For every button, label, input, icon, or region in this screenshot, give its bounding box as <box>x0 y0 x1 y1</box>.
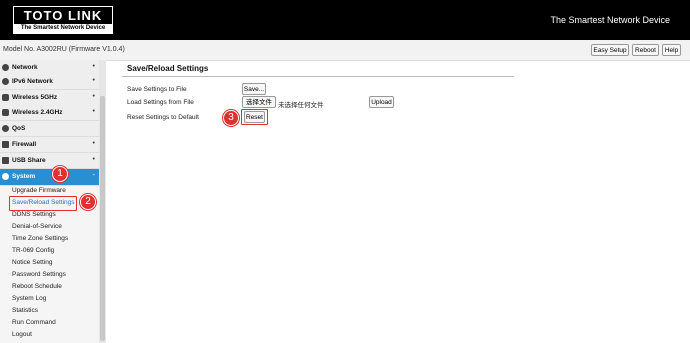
file-status-text: 未选择任何文件 <box>278 102 324 109</box>
save-button[interactable]: Save... <box>242 83 266 95</box>
submenu-ddns-settings[interactable]: DDNS Settings <box>12 211 56 218</box>
lock-icon <box>2 141 9 148</box>
globe-icon <box>2 78 9 85</box>
submenu-denial-of-service[interactable]: Denial-of-Service <box>12 223 62 230</box>
qos-icon <box>2 125 9 132</box>
submenu-tr069-config[interactable]: TR-069 Config <box>12 247 54 254</box>
reset-settings-label: Reset Settings to Default <box>127 114 199 121</box>
expand-indicator: • <box>92 93 95 100</box>
sidebar-item-label: Network <box>12 64 38 71</box>
page-title: Save/Reload Settings <box>127 64 209 73</box>
step-badge-2: 2 <box>80 194 96 210</box>
model-info: Model No. A3002RU (Firmware V1.0.4) <box>3 46 125 53</box>
gear-icon <box>2 173 9 180</box>
sidebar-scrollbar[interactable] <box>99 60 106 343</box>
sidebar-item-usb-share[interactable]: USB Share • <box>0 153 99 169</box>
sidebar-item-label: Wireless 5GHz <box>12 94 58 101</box>
collapse-indicator: - <box>92 172 95 179</box>
header-tagline: The Smartest Network Device <box>550 15 670 25</box>
sidebar-item-system[interactable]: System - <box>0 169 99 186</box>
expand-indicator: • <box>92 156 95 163</box>
sidebar-item-wireless-24ghz[interactable]: Wireless 2.4GHz • <box>0 105 99 121</box>
header-bar: TOTO LINK The Smartest Network Device Th… <box>0 0 690 40</box>
sidebar-item-qos[interactable]: QoS <box>0 121 99 137</box>
sidebar-item-label: Wireless 2.4GHz <box>12 109 63 116</box>
submenu-notice-setting[interactable]: Notice Setting <box>12 259 52 266</box>
sidebar-item-firewall[interactable]: Firewall • <box>0 137 99 153</box>
reboot-button[interactable]: Reboot <box>632 44 659 56</box>
submenu-statistics[interactable]: Statistics <box>12 307 38 314</box>
usb-icon <box>2 157 9 164</box>
logo-subtext: The Smartest Network Device <box>14 24 112 33</box>
highlight-save-reload <box>9 196 77 211</box>
wifi-icon <box>2 109 9 116</box>
submenu-logout[interactable]: Logout <box>12 331 32 338</box>
expand-indicator: • <box>92 63 95 70</box>
scrollbar-thumb[interactable] <box>100 96 105 341</box>
submenu-reboot-schedule[interactable]: Reboot Schedule <box>12 283 62 290</box>
submenu-password-settings[interactable]: Password Settings <box>12 271 66 278</box>
submenu-time-zone-settings[interactable]: Time Zone Settings <box>12 235 68 242</box>
expand-indicator: • <box>92 108 95 115</box>
submenu-run-command[interactable]: Run Command <box>12 319 56 326</box>
help-button[interactable]: Help <box>662 44 681 56</box>
totolink-logo: TOTO LINK The Smartest Network Device <box>13 6 113 34</box>
globe-icon <box>2 64 9 71</box>
submenu-upgrade-firmware[interactable]: Upgrade Firmware <box>12 187 66 194</box>
model-bar: Model No. A3002RU (Firmware V1.0.4) Easy… <box>0 40 690 61</box>
submenu-system-log[interactable]: System Log <box>12 295 46 302</box>
step-badge-3: 3 <box>223 110 239 126</box>
sidebar-item-label: Firewall <box>12 141 37 148</box>
load-settings-label: Load Settings from File <box>127 99 194 106</box>
logo-text: TOTO LINK <box>23 8 103 23</box>
sidebar-item-label: QoS <box>12 125 26 132</box>
sidebar-item-wireless-5ghz[interactable]: Wireless 5GHz • <box>0 90 99 106</box>
title-divider <box>122 76 514 77</box>
upload-button[interactable]: Upload <box>369 96 394 108</box>
wifi-icon <box>2 94 9 101</box>
sidebar-item-label: USB Share <box>12 157 46 164</box>
expand-indicator: • <box>92 140 95 147</box>
sidebar-item-ipv6-network[interactable]: IPv6 Network • <box>0 74 99 90</box>
choose-file-button[interactable]: 选择文件 <box>242 96 276 108</box>
save-settings-label: Save Settings to File <box>127 86 187 93</box>
sidebar-item-label: System <box>12 173 36 180</box>
easy-setup-button[interactable]: Easy Setup <box>591 44 629 56</box>
sidebar-item-label: IPv6 Network <box>12 78 53 85</box>
step-badge-1: 1 <box>52 166 68 182</box>
highlight-reset <box>241 109 268 125</box>
expand-indicator: • <box>92 77 95 84</box>
